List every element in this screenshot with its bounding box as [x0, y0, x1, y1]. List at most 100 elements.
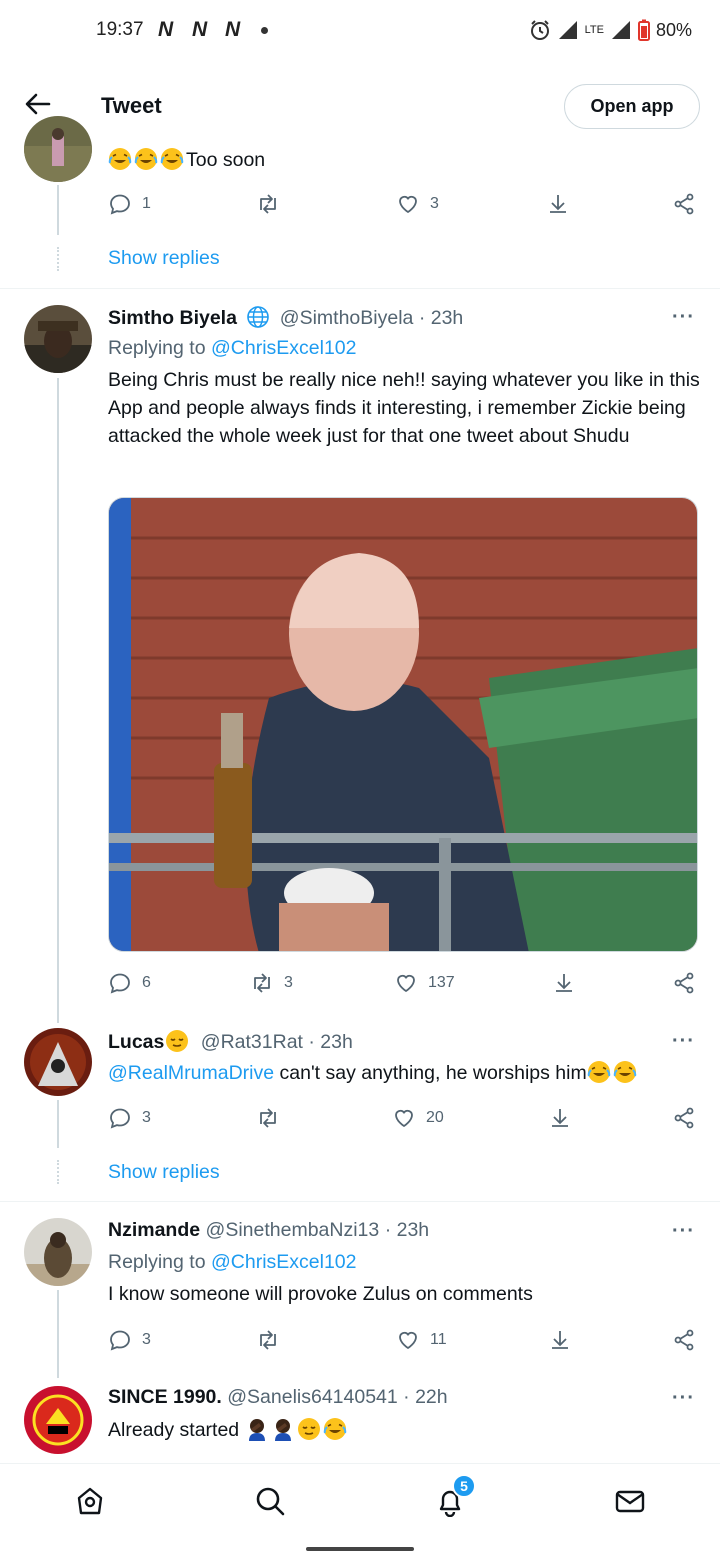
share-icon	[674, 972, 694, 994]
download-button[interactable]	[546, 189, 570, 219]
reply-icon	[110, 194, 130, 215]
reply-button[interactable]: 3	[108, 1325, 151, 1355]
signal-icon	[558, 21, 577, 39]
nav-search[interactable]	[250, 1481, 290, 1521]
retweet-icon	[260, 1108, 276, 1128]
more-options-button[interactable]: ···	[672, 1030, 695, 1053]
handle[interactable]: @SimthoBiyela	[280, 307, 414, 329]
reply-count: 3	[142, 1109, 151, 1126]
reply-icon	[110, 1330, 130, 1351]
tweet-header: Tweet Open app	[0, 60, 720, 148]
timestamp: · 23h	[418, 307, 464, 329]
heart-icon	[395, 1109, 413, 1128]
timestamp: · 23h	[308, 1031, 353, 1053]
tweet-author-line: Lucas @Rat31Rat · 23h	[108, 1029, 353, 1054]
like-count: 3	[430, 195, 439, 212]
like-count: 20	[426, 1109, 444, 1126]
share-button[interactable]	[672, 968, 696, 998]
reply-icon	[110, 973, 130, 994]
replying-to-link[interactable]: @ChrisExcel102	[211, 337, 357, 359]
more-options-button[interactable]: ···	[672, 1220, 695, 1243]
reply-icon	[110, 1108, 130, 1129]
handle[interactable]: @Rat31Rat	[201, 1031, 303, 1053]
facepalm-emoji-icon	[245, 1417, 269, 1441]
home-icon	[77, 1487, 103, 1515]
mention-link[interactable]: @RealMrumaDrive	[108, 1062, 274, 1084]
display-name[interactable]: Nzimande	[108, 1219, 200, 1241]
notification-dot-icon	[261, 27, 268, 34]
divider	[0, 288, 720, 289]
avatar[interactable]	[24, 116, 92, 182]
globe-icon	[247, 306, 270, 328]
like-button[interactable]: 11	[396, 1325, 447, 1355]
show-replies-link[interactable]: Show replies	[108, 1161, 220, 1184]
joy-emoji-icon	[587, 1060, 611, 1084]
reply-button[interactable]: 6	[108, 968, 151, 998]
facepalm-emoji-icon	[271, 1417, 295, 1441]
heart-icon	[397, 974, 415, 993]
avatar[interactable]	[24, 1218, 92, 1286]
joy-emoji-icon	[160, 147, 184, 171]
download-icon	[552, 1331, 568, 1349]
download-button[interactable]	[548, 1103, 572, 1133]
display-name[interactable]: Simtho Biyela	[108, 307, 237, 329]
retweet-button[interactable]	[256, 1103, 280, 1133]
thread-line	[57, 185, 59, 235]
share-button[interactable]	[672, 1325, 696, 1355]
thread-dots	[57, 1160, 59, 1184]
page-title: Tweet	[101, 93, 162, 118]
notification-n-icon: N	[192, 18, 207, 41]
display-name[interactable]: Lucas	[108, 1031, 164, 1053]
more-options-button[interactable]: ···	[672, 1387, 695, 1410]
search-icon	[256, 1487, 285, 1516]
like-count: 11	[430, 1331, 447, 1348]
avatar[interactable]	[24, 1028, 92, 1096]
share-button[interactable]	[672, 189, 696, 219]
gesture-bar[interactable]	[306, 1547, 414, 1551]
tweet-author-line: Simtho Biyela @SimthoBiyela · 23h	[108, 305, 463, 330]
show-replies-link[interactable]: Show replies	[108, 247, 220, 270]
tweet-text: Already started	[108, 1416, 700, 1444]
like-button[interactable]: 3	[396, 189, 439, 219]
open-app-button[interactable]: Open app	[564, 84, 700, 129]
alarm-icon	[530, 20, 549, 40]
nav-home[interactable]	[70, 1481, 110, 1521]
back-arrow-icon	[25, 93, 51, 115]
retweet-count: 3	[284, 974, 293, 991]
reply-button[interactable]: 1	[108, 189, 151, 219]
reply-count: 3	[142, 1331, 151, 1348]
share-button[interactable]	[672, 1103, 696, 1133]
retweet-icon	[260, 194, 276, 214]
download-button[interactable]	[548, 1325, 572, 1355]
network-type: LTE	[584, 23, 604, 36]
joy-emoji-icon	[108, 147, 132, 171]
avatar[interactable]	[24, 1386, 92, 1454]
thread-line	[57, 1100, 59, 1148]
replying-to: Replying to @ChrisExcel102	[108, 337, 357, 360]
like-button[interactable]: 20	[392, 1103, 444, 1133]
download-button[interactable]	[552, 968, 576, 998]
thread-dots	[57, 247, 59, 271]
tweet-text: @RealMrumaDrive can't say anything, he w…	[108, 1059, 700, 1087]
tweet-image[interactable]	[108, 497, 698, 952]
joy-emoji-icon	[613, 1060, 637, 1084]
handle[interactable]: @Sanelis64140541	[227, 1386, 398, 1408]
like-button[interactable]: 137	[394, 968, 455, 998]
tweet-body: Too soon	[186, 149, 266, 171]
retweet-button[interactable]	[256, 189, 280, 219]
more-options-button[interactable]: ···	[672, 306, 695, 329]
download-icon	[556, 974, 572, 992]
reply-button[interactable]: 3	[108, 1103, 151, 1133]
retweet-icon	[254, 973, 270, 993]
retweet-button[interactable]: 3	[250, 968, 293, 998]
display-name[interactable]: SINCE 1990.	[108, 1386, 222, 1408]
avatar[interactable]	[24, 305, 92, 373]
tweet-actions: 3 20	[108, 1103, 700, 1133]
signal-icon	[611, 21, 630, 39]
nav-messages[interactable]	[610, 1481, 650, 1521]
replying-to-link[interactable]: @ChrisExcel102	[211, 1251, 357, 1273]
handle[interactable]: @SinethembaNzi13	[206, 1219, 380, 1241]
retweet-button[interactable]	[256, 1325, 280, 1355]
tweet-actions: 6 3 137	[108, 968, 700, 998]
notification-n-icon: N	[225, 18, 240, 41]
